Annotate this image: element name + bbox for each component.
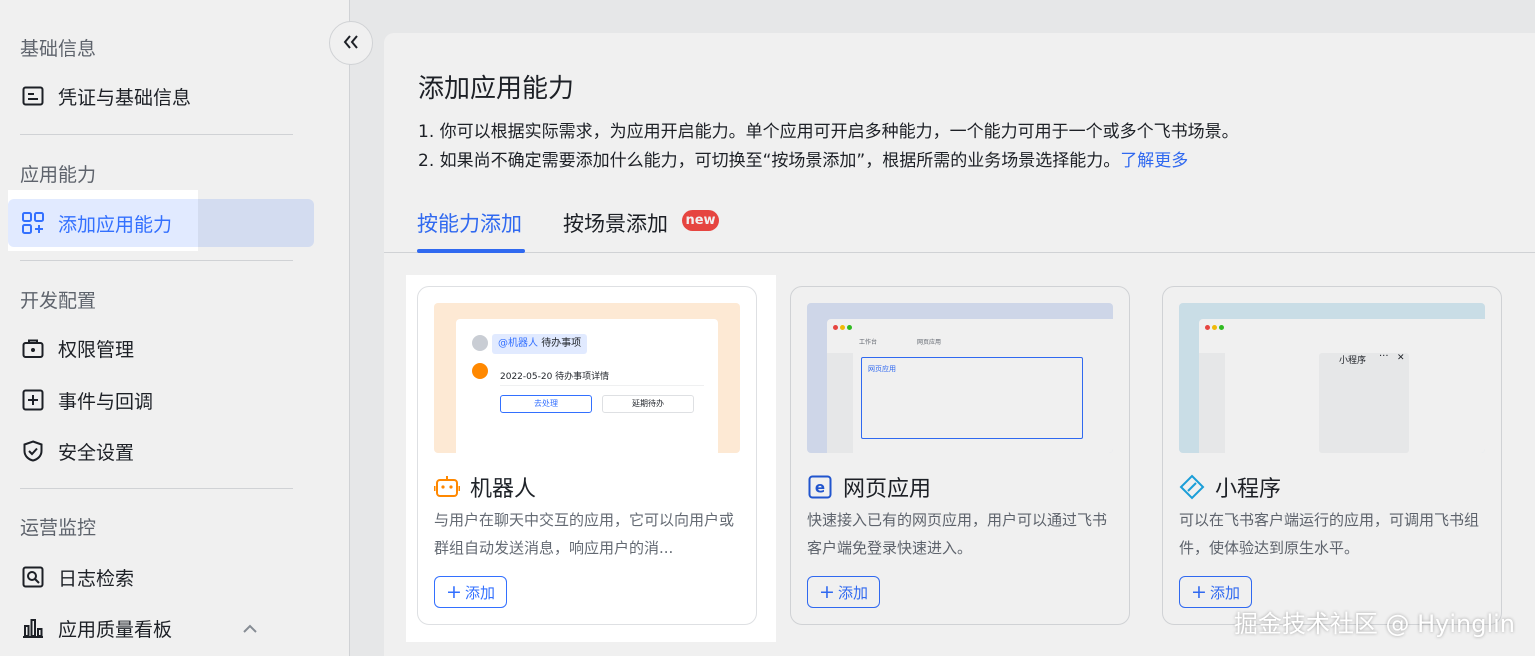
dim-overlay <box>406 642 776 656</box>
dim-overlay <box>0 0 1535 190</box>
plus-icon: + <box>446 581 462 603</box>
robot-icon <box>434 474 460 500</box>
todo-line: 2022-05-20 待办事项详情 <box>500 372 610 382</box>
dim-overlay <box>776 275 1535 656</box>
preview-handle-button: 去处理 <box>500 395 592 413</box>
preview-postpone-button: 延期待办 <box>602 395 694 413</box>
dim-overlay <box>0 190 8 251</box>
add-label: 添加 <box>464 583 495 602</box>
card-title: 机器人 <box>434 471 536 503</box>
dim-overlay <box>198 190 1535 251</box>
add-app-icon <box>20 210 46 236</box>
avatar <box>472 335 488 351</box>
mention-tag: @机器人 待办事项 <box>492 334 588 354</box>
robot-avatar <box>472 363 488 379</box>
robot-preview-image: @机器人 待办事项 2022-05-20 待办事项详情 去处理 延期待办 <box>434 303 740 453</box>
sidebar-item-label: 添加应用能力 <box>58 213 173 236</box>
add-robot-button[interactable]: + 添加 <box>434 576 507 608</box>
card-title-text: 机器人 <box>470 477 537 502</box>
capability-card-robot[interactable]: @机器人 待办事项 2022-05-20 待办事项详情 去处理 延期待办 机器人… <box>417 286 757 625</box>
watermark: 掘金技术社区 @ Hyinglin <box>1233 610 1515 638</box>
dim-overlay <box>0 275 406 656</box>
card-description: 与用户在聊天中交互的应用，它可以向用户或群组自动发送消息，响应用户的消... <box>434 511 735 557</box>
dim-overlay <box>0 251 1535 275</box>
